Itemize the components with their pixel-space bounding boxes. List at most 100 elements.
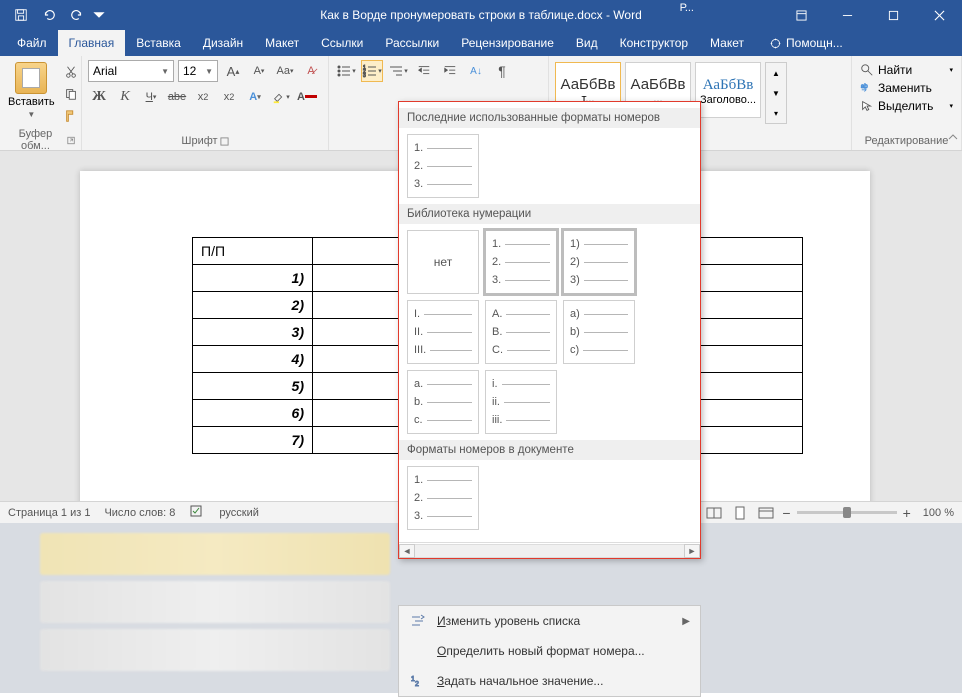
style-heading1[interactable]: АаБбВвЗаголово...: [695, 62, 761, 118]
tab-mailings[interactable]: Рассылки: [374, 30, 450, 56]
tab-design[interactable]: Дизайн: [192, 30, 254, 56]
copy-button[interactable]: [61, 84, 81, 104]
select-button[interactable]: Выделить▾: [858, 98, 955, 114]
spell-check-icon[interactable]: [189, 504, 205, 521]
subscript-button[interactable]: x2: [192, 86, 214, 108]
quick-access-toolbar: [0, 2, 106, 28]
numfmt-upper-alpha[interactable]: A. B. C.: [485, 300, 557, 364]
styles-more[interactable]: ▾: [766, 103, 786, 123]
numfmt-lower-roman[interactable]: i. ii. iii.: [485, 370, 557, 434]
underline-button[interactable]: Ч▾: [140, 86, 162, 108]
numbering-button[interactable]: 123▾: [361, 60, 383, 82]
tell-me[interactable]: Помощн...: [755, 30, 857, 56]
window-title: Как в Ворде пронумеровать строки в табли…: [320, 8, 642, 22]
clear-format-button[interactable]: A̷: [300, 60, 322, 82]
zoom-in-button[interactable]: +: [903, 505, 911, 521]
read-mode-button[interactable]: [704, 504, 724, 522]
section-library: Библиотека нумерации: [399, 204, 700, 224]
numfmt-recent-decimal-dot[interactable]: 1. 2. 3.: [407, 134, 479, 198]
numfmt-decimal-paren[interactable]: 1) 2) 3): [563, 230, 635, 294]
tab-home[interactable]: Главная: [58, 30, 126, 56]
undo-button[interactable]: [36, 2, 62, 28]
maximize-button[interactable]: [870, 0, 916, 30]
numfmt-upper-roman[interactable]: I. II. III.: [407, 300, 479, 364]
minimize-button[interactable]: [824, 0, 870, 30]
paste-icon: [15, 62, 47, 94]
text-effects-button[interactable]: A▾: [244, 86, 266, 108]
collapse-ribbon-button[interactable]: [946, 131, 960, 148]
strikethrough-button[interactable]: abe: [166, 86, 188, 108]
title-bar: Как в Ворде пронумеровать строки в табли…: [0, 0, 962, 30]
change-level-icon: [409, 612, 427, 630]
font-color-button[interactable]: A: [296, 86, 318, 108]
scroll-left[interactable]: ◄: [399, 544, 415, 558]
zoom-out-button[interactable]: −: [782, 505, 790, 521]
sort-button[interactable]: A↓: [465, 60, 487, 82]
group-label-font: Шрифт: [88, 133, 322, 149]
gallery-scrollbar[interactable]: ◄ ►: [399, 542, 700, 558]
bold-button[interactable]: Ж: [88, 86, 110, 108]
superscript-button[interactable]: x2: [218, 86, 240, 108]
styles-up[interactable]: ▲: [766, 63, 786, 83]
language-indicator[interactable]: русский: [219, 507, 258, 519]
italic-button[interactable]: К: [114, 86, 136, 108]
group-label-editing: Редактирование: [858, 133, 955, 149]
numfmt-doc-decimal-dot[interactable]: 1. 2. 3.: [407, 466, 479, 530]
find-button[interactable]: Найти▾: [858, 62, 955, 78]
tab-table-design[interactable]: Конструктор: [609, 30, 699, 56]
format-painter-button[interactable]: [61, 106, 81, 126]
paste-button[interactable]: Вставить ▼: [6, 60, 57, 126]
menu-set-start-value[interactable]: 12 Задать начальное значение...: [399, 666, 700, 696]
numfmt-none[interactable]: нет: [407, 230, 479, 294]
tab-references[interactable]: Ссылки: [310, 30, 374, 56]
qat-customize[interactable]: [92, 2, 106, 28]
web-layout-button[interactable]: [756, 504, 776, 522]
change-case-button[interactable]: Aa▾: [274, 60, 296, 82]
close-button[interactable]: [916, 0, 962, 30]
page-indicator[interactable]: Страница 1 из 1: [8, 507, 90, 519]
shrink-font-button[interactable]: A▾: [248, 60, 270, 82]
tab-layout[interactable]: Макет: [254, 30, 310, 56]
group-label-clipboard: Буфер обм...: [6, 126, 75, 154]
svg-text:2: 2: [415, 681, 419, 688]
bullets-button[interactable]: ▾: [335, 60, 357, 82]
print-layout-button[interactable]: [730, 504, 750, 522]
multilevel-button[interactable]: ▾: [387, 60, 409, 82]
scroll-right[interactable]: ►: [684, 544, 700, 558]
tab-table-layout[interactable]: Макет: [699, 30, 755, 56]
zoom-slider[interactable]: [797, 511, 897, 514]
set-value-icon: 12: [409, 672, 427, 690]
numfmt-lower-alpha-paren[interactable]: a) b) c): [563, 300, 635, 364]
numfmt-lower-alpha-dot[interactable]: a. b. c.: [407, 370, 479, 434]
replace-button[interactable]: abЗаменить: [858, 80, 955, 96]
group-clipboard: Вставить ▼ Буфер обм...: [0, 56, 82, 150]
contextual-tab-label: Р...: [672, 0, 702, 16]
grow-font-button[interactable]: A▴: [222, 60, 244, 82]
tab-review[interactable]: Рецензирование: [450, 30, 565, 56]
menu-change-level[interactable]: Изменить уровень списка ▶: [399, 606, 700, 636]
show-marks-button[interactable]: ¶: [491, 60, 513, 82]
font-name-combo[interactable]: Arial▼: [88, 60, 174, 82]
section-in-document: Форматы номеров в документе: [399, 440, 700, 460]
font-size-combo[interactable]: 12▼: [178, 60, 218, 82]
numbering-gallery-popup: Последние использованные форматы номеров…: [398, 101, 701, 559]
submenu-arrow-icon: ▶: [682, 616, 690, 627]
menu-define-new-format[interactable]: Определить новый формат номера...: [399, 636, 700, 666]
tab-insert[interactable]: Вставка: [125, 30, 192, 56]
zoom-level[interactable]: 100 %: [923, 507, 954, 519]
cut-button[interactable]: [61, 62, 81, 82]
word-count[interactable]: Число слов: 8: [104, 507, 175, 519]
tab-file[interactable]: Файл: [6, 30, 58, 56]
redo-button[interactable]: [64, 2, 90, 28]
save-button[interactable]: [8, 2, 34, 28]
highlight-button[interactable]: ▾: [270, 86, 292, 108]
section-recent: Последние использованные форматы номеров: [399, 108, 700, 128]
increase-indent-button[interactable]: [439, 60, 461, 82]
styles-down[interactable]: ▼: [766, 83, 786, 103]
numfmt-decimal-dot[interactable]: 1. 2. 3.: [485, 230, 557, 294]
numbering-menu: Изменить уровень списка ▶ Определить нов…: [398, 605, 701, 697]
tab-view[interactable]: Вид: [565, 30, 609, 56]
ribbon-options-button[interactable]: [778, 0, 824, 30]
decrease-indent-button[interactable]: [413, 60, 435, 82]
ribbon-tabs: Файл Главная Вставка Дизайн Макет Ссылки…: [0, 30, 962, 56]
